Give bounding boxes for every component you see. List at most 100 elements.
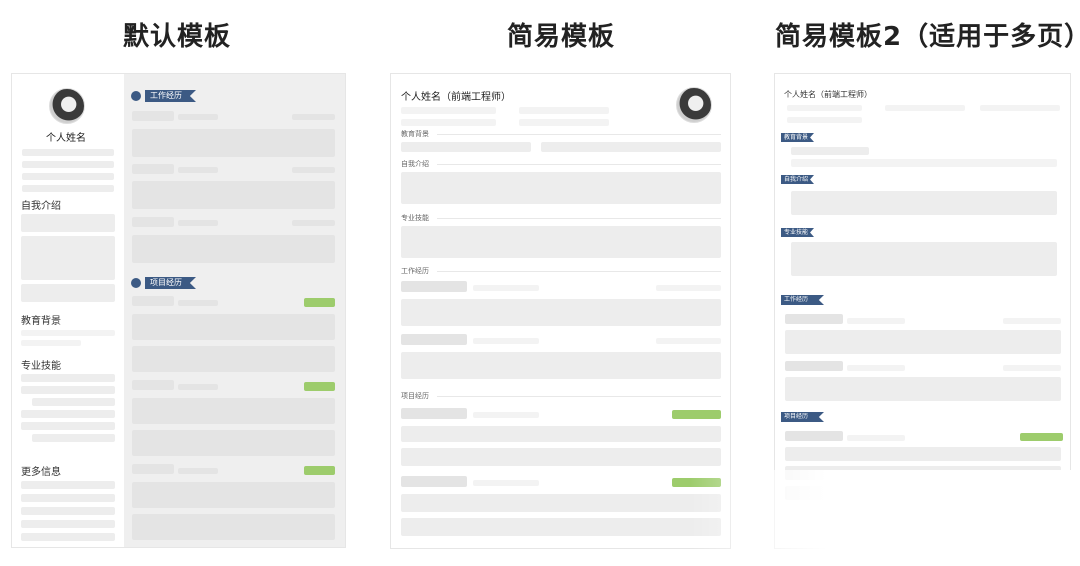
education-line [791, 159, 1057, 167]
work-entry-line [473, 285, 539, 291]
tag-project: 项目经历 [145, 277, 196, 289]
section-label-education: 教育背景 [21, 316, 61, 327]
section-label-more: 更多信息 [21, 467, 61, 478]
section-label-intro: 自我介绍 [21, 201, 61, 212]
project-entry-desc [401, 448, 721, 466]
resume-name: 个人姓名（前端工程师） [401, 92, 511, 103]
contact-line [519, 107, 609, 114]
more-line [21, 520, 115, 528]
project-highlight [1020, 433, 1063, 441]
work-entry-desc [785, 377, 1061, 401]
work-entry-title [132, 217, 174, 227]
section-divider [437, 218, 721, 219]
project-entry-desc [132, 430, 335, 456]
work-entry-date [1003, 318, 1061, 324]
education-line [21, 330, 115, 336]
work-entry-desc [132, 235, 335, 263]
project-entry-line [473, 412, 539, 418]
tag-project: 项目经历 [781, 412, 825, 422]
avatar-image [676, 87, 712, 123]
default-template-card[interactable]: 个人姓名 自我介绍 教育背景 专业技能 更多信息 工作经历 项目经历 [11, 73, 346, 548]
contact-line [401, 107, 496, 114]
contact-line [22, 149, 114, 156]
work-entry-line [178, 220, 218, 226]
section-divider [437, 271, 721, 272]
project-entry-title [785, 431, 843, 441]
more-line [21, 533, 115, 541]
project-entry-title [132, 296, 174, 306]
contact-line [787, 105, 862, 111]
section-label-skills: 专业技能 [21, 361, 61, 372]
tag-work: 工作经历 [781, 295, 825, 305]
skills-block [791, 242, 1057, 276]
section-label-work: 工作经历 [401, 267, 429, 275]
work-entry-line [847, 318, 905, 324]
project-entry-title [132, 464, 174, 474]
skills-block [401, 226, 721, 258]
work-entry-line [847, 365, 905, 371]
resume-name: 个人姓名 [46, 133, 86, 144]
contact-line [22, 173, 114, 180]
work-entry-desc [401, 299, 721, 326]
project-entry-line [178, 468, 218, 474]
work-entry-desc [401, 352, 721, 379]
avatar-image [49, 88, 85, 124]
project-highlight [304, 382, 335, 391]
section-label-education: 教育背景 [401, 130, 429, 138]
title-simple-template-2: 简易模板2（适用于多页） [775, 22, 1080, 52]
tag-skills: 专业技能 [781, 228, 815, 237]
education-line [541, 142, 721, 152]
section-label-project: 项目经历 [401, 392, 429, 400]
title-default-template: 默认模板 [123, 22, 232, 52]
skill-line [21, 374, 115, 382]
intro-block [21, 214, 115, 232]
work-entry-date [1003, 365, 1061, 371]
project-entry-desc [132, 482, 335, 508]
skill-line [32, 434, 115, 442]
project-entry-line [473, 480, 539, 486]
section-divider [437, 164, 721, 165]
work-entry-title [785, 361, 843, 371]
project-entry-line [178, 384, 218, 390]
project-entry-desc [401, 518, 721, 536]
work-entry-line [178, 114, 218, 120]
more-line [21, 494, 115, 502]
project-entry-desc [132, 346, 335, 372]
work-entry-line [473, 338, 539, 344]
work-section-dot-icon [131, 91, 141, 101]
project-entry-desc [132, 514, 335, 540]
intro-block [791, 191, 1057, 215]
work-entry-date [656, 338, 721, 344]
work-entry-date [292, 167, 335, 173]
section-divider [437, 134, 721, 135]
project-highlight [304, 466, 335, 475]
more-line [21, 481, 115, 489]
work-entry-date [656, 285, 721, 291]
contact-line [885, 105, 965, 111]
work-entry-title [132, 164, 174, 174]
education-line [401, 142, 531, 152]
project-entry-desc [401, 426, 721, 442]
skill-line [32, 398, 115, 406]
tag-intro: 自我介绍 [781, 175, 815, 184]
project-entry-line [178, 300, 218, 306]
skill-line [21, 386, 115, 394]
project-entry-desc [132, 398, 335, 424]
tag-education: 教育背景 [781, 133, 815, 142]
work-entry-title [785, 314, 843, 324]
project-section-dot-icon [131, 278, 141, 288]
skill-line [21, 410, 115, 418]
work-entry-title [401, 281, 467, 292]
title-simple-template: 简易模板 [507, 22, 616, 52]
more-line [21, 507, 115, 515]
contact-line [787, 117, 862, 123]
work-entry-date [292, 114, 335, 120]
project-highlight [672, 410, 721, 419]
project-entry-title [132, 380, 174, 390]
simple-template-card[interactable]: 个人姓名（前端工程师） 教育背景 自我介绍 专业技能 工作经历 项目经历 [390, 73, 731, 549]
tag-work: 工作经历 [145, 90, 196, 102]
section-divider [437, 396, 721, 397]
project-entry-desc [401, 494, 721, 512]
work-entry-line [178, 167, 218, 173]
project-entry-title [401, 408, 467, 419]
